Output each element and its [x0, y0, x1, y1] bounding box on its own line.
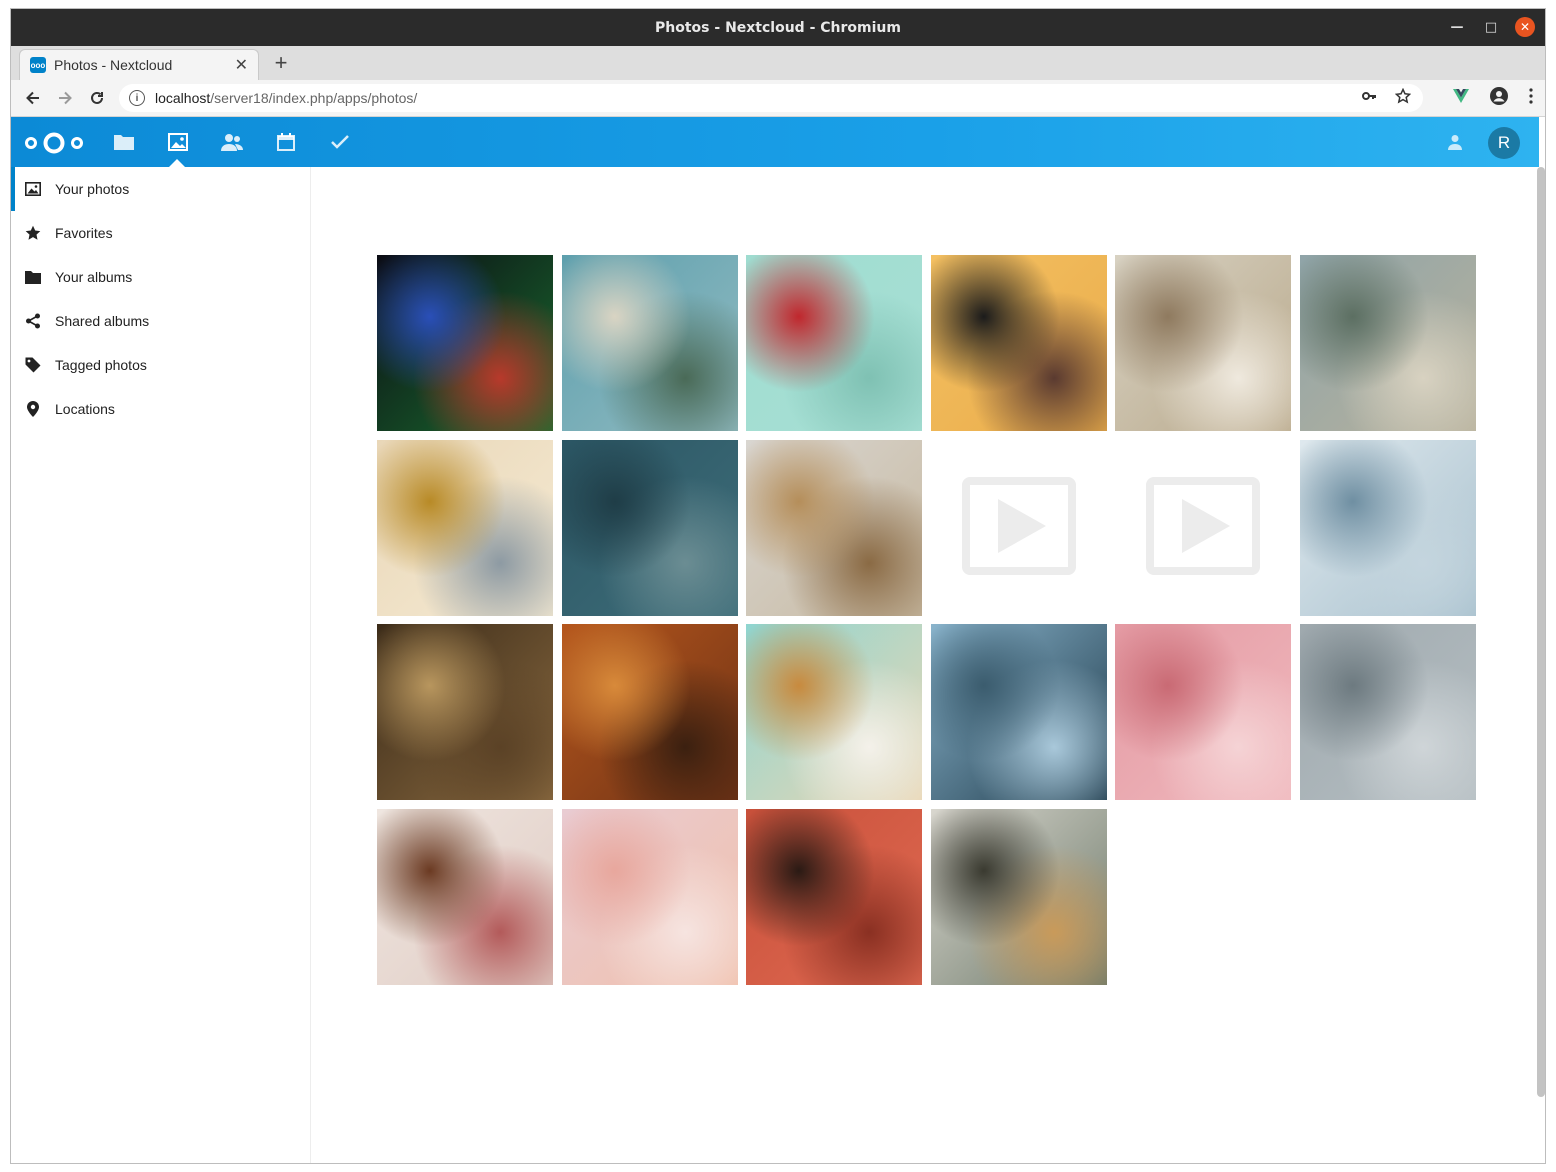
app-navigation: Your photos Favorites Your albums Shared…: [11, 167, 311, 1163]
nav-item-label: Your photos: [55, 181, 130, 197]
photo-thumbnail-snowy-tree[interactable]: [562, 255, 738, 431]
tab-close-icon[interactable]: ✕: [235, 55, 248, 75]
photo-thumbnail-stadium-seats[interactable]: [1300, 624, 1476, 800]
video-thumbnail[interactable]: [1115, 440, 1291, 616]
address-bar[interactable]: i localhost/server18/index.php/apps/phot…: [119, 84, 1423, 112]
close-window-icon[interactable]: ✕: [1515, 17, 1535, 37]
menu-kebab-icon[interactable]: [1529, 88, 1533, 109]
key-icon[interactable]: [1361, 88, 1377, 108]
location-icon: [25, 401, 41, 417]
photo-thumbnail-cake-table[interactable]: [377, 809, 553, 985]
nav-item-label: Locations: [55, 401, 115, 417]
contacts-menu-icon[interactable]: [1443, 130, 1467, 154]
video-play-icon: [1146, 476, 1260, 580]
maximize-icon[interactable]: □: [1481, 17, 1501, 37]
active-app-indicator: [169, 159, 185, 167]
page-scrollbar[interactable]: [1537, 167, 1545, 1097]
photo-thumbnail-tiled-courtyard[interactable]: [1300, 255, 1476, 431]
back-icon[interactable]: [21, 86, 45, 110]
bookmark-star-icon[interactable]: [1394, 87, 1412, 108]
nav-item-label: Tagged photos: [55, 357, 147, 373]
folder-icon: [25, 269, 41, 285]
photo-thumbnail-old-door[interactable]: [562, 440, 738, 616]
nav-item-tagged-photos[interactable]: Tagged photos: [11, 343, 310, 387]
photo-thumbnail-wooden-curve[interactable]: [377, 624, 553, 800]
tab-title: Photos - Nextcloud: [54, 57, 173, 73]
nextcloud-logo-icon[interactable]: [23, 131, 85, 160]
browser-window: Photos - Nextcloud - Chromium — □ ✕ ooo …: [10, 8, 1546, 1164]
nav-item-your-albums[interactable]: Your albums: [11, 255, 310, 299]
video-thumbnail[interactable]: [931, 440, 1107, 616]
window-titlebar: Photos - Nextcloud - Chromium — □ ✕: [11, 9, 1545, 46]
files-app-icon[interactable]: [112, 130, 136, 154]
video-play-icon: [962, 476, 1076, 580]
photo-thumbnail-bokeh-lights[interactable]: [377, 255, 553, 431]
star-icon: [25, 225, 41, 241]
nextcloud-favicon-icon: ooo: [30, 57, 46, 73]
browser-toolbar: i localhost/server18/index.php/apps/phot…: [11, 80, 1545, 117]
nav-item-your-photos[interactable]: Your photos: [11, 167, 310, 211]
photo-thumbnail-autumn-leaves[interactable]: [562, 624, 738, 800]
photo-thumbnail-skyscraper-plane[interactable]: [931, 624, 1107, 800]
photo-thumbnail-christmas-ornaments[interactable]: [746, 255, 922, 431]
nav-item-label: Your albums: [55, 269, 133, 285]
browser-tab[interactable]: ooo Photos - Nextcloud ✕: [19, 49, 259, 80]
minimize-icon[interactable]: —: [1447, 17, 1467, 37]
photo-thumbnail-white-arches[interactable]: [1300, 440, 1476, 616]
nav-item-shared-albums[interactable]: Shared albums: [11, 299, 310, 343]
vue-devtools-icon[interactable]: [1453, 89, 1469, 108]
photo-thumbnail-red-building-person[interactable]: [746, 809, 922, 985]
tab-strip: ooo Photos - Nextcloud ✕ +: [11, 46, 1545, 80]
photo-thumbnail-sunset-lake[interactable]: [377, 440, 553, 616]
site-info-icon[interactable]: i: [129, 90, 145, 106]
photo-thumbnail-pink-silos[interactable]: [562, 809, 738, 985]
photo-thumbnail-black-cat[interactable]: [931, 255, 1107, 431]
url-path: /server18/index.php/apps/photos/: [210, 90, 418, 106]
nav-item-locations[interactable]: Locations: [11, 387, 310, 431]
contacts-app-icon[interactable]: [220, 130, 244, 154]
photos-app-icon[interactable]: [166, 130, 190, 154]
tag-icon: [25, 357, 41, 373]
new-tab-icon[interactable]: +: [269, 51, 293, 75]
account-icon[interactable]: [1489, 86, 1509, 111]
nav-item-label: Shared albums: [55, 313, 150, 329]
photo-thumbnail-white-house[interactable]: [746, 440, 922, 616]
tasks-app-icon[interactable]: [328, 130, 352, 154]
forward-icon[interactable]: [53, 86, 77, 110]
url-host: localhost: [155, 90, 211, 106]
share-icon: [25, 313, 41, 329]
user-avatar[interactable]: R: [1488, 127, 1520, 159]
photo-thumbnail-breakfast-menu[interactable]: [746, 624, 922, 800]
calendar-app-icon[interactable]: [274, 130, 298, 154]
photo-thumbnail-coats-hanging[interactable]: [931, 809, 1107, 985]
image-icon: [25, 181, 41, 197]
nav-item-label: Favorites: [55, 225, 113, 241]
reload-icon[interactable]: [85, 86, 109, 110]
photo-thumbnail-pink-stairs[interactable]: [1115, 624, 1291, 800]
nav-item-favorites[interactable]: Favorites: [11, 211, 310, 255]
photo-thumbnail-glass-dome[interactable]: [1115, 255, 1291, 431]
window-title: Photos - Nextcloud - Chromium: [655, 19, 901, 36]
nextcloud-header: R: [11, 117, 1539, 167]
